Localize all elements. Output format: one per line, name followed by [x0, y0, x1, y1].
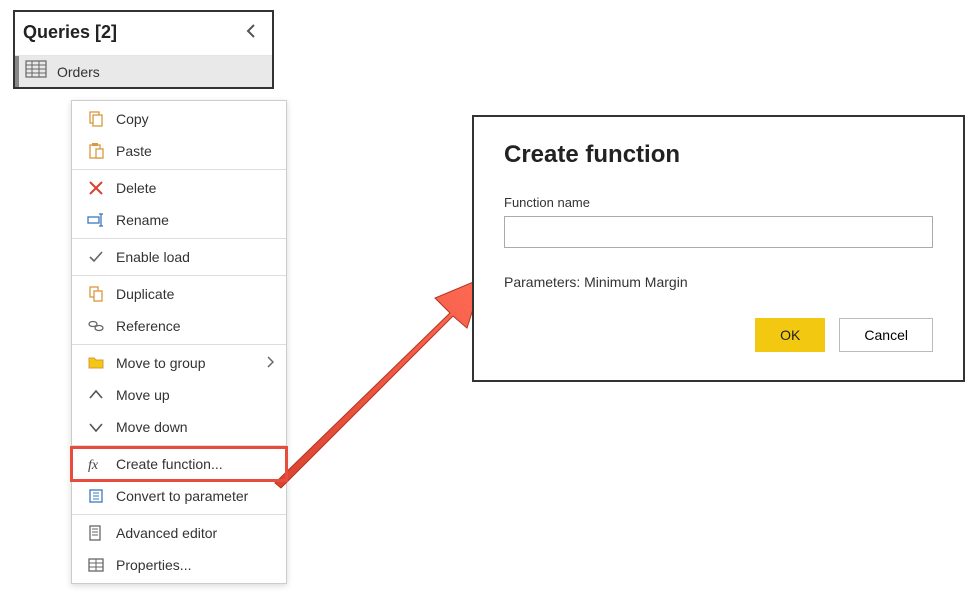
menu-label: Move to group: [116, 355, 256, 371]
menu-label: Rename: [116, 212, 274, 228]
collapse-panel-icon[interactable]: [242, 20, 262, 45]
parameter-icon: [86, 486, 106, 506]
move-down-icon: [86, 417, 106, 437]
menu-move-to-group[interactable]: Move to group: [72, 347, 286, 379]
menu-label: Reference: [116, 318, 274, 334]
menu-label: Create function...: [116, 456, 274, 472]
function-name-label: Function name: [504, 195, 933, 210]
delete-icon: [86, 178, 106, 198]
menu-separator: [72, 514, 286, 515]
check-icon: [86, 247, 106, 267]
queries-header: Queries [2]: [15, 12, 272, 56]
query-item-label: Orders: [57, 64, 100, 80]
create-function-dialog: Create function Function name Parameters…: [472, 115, 965, 382]
menu-separator: [72, 344, 286, 345]
menu-paste[interactable]: Paste: [72, 135, 286, 167]
function-name-input[interactable]: [504, 216, 933, 248]
menu-label: Copy: [116, 111, 274, 127]
menu-separator: [72, 275, 286, 276]
duplicate-icon: [86, 284, 106, 304]
menu-label: Enable load: [116, 249, 274, 265]
menu-move-up[interactable]: Move up: [72, 379, 286, 411]
menu-move-down[interactable]: Move down: [72, 411, 286, 443]
reference-icon: [86, 316, 106, 336]
copy-icon: [86, 109, 106, 129]
menu-convert-to-parameter[interactable]: Convert to parameter: [72, 480, 286, 512]
menu-label: Duplicate: [116, 286, 274, 302]
svg-text:fx: fx: [88, 458, 99, 473]
menu-duplicate[interactable]: Duplicate: [72, 278, 286, 310]
menu-label: Advanced editor: [116, 525, 274, 541]
dialog-title: Create function: [504, 141, 933, 169]
menu-separator: [72, 169, 286, 170]
menu-enable-load[interactable]: Enable load: [72, 241, 286, 273]
properties-icon: [86, 555, 106, 575]
menu-properties[interactable]: Properties...: [72, 549, 286, 581]
annotation-arrow: [255, 268, 495, 503]
menu-separator: [72, 445, 286, 446]
query-item-orders[interactable]: Orders: [15, 56, 272, 87]
ok-button[interactable]: OK: [755, 318, 825, 352]
paste-icon: [86, 141, 106, 161]
menu-separator: [72, 238, 286, 239]
menu-label: Move down: [116, 419, 274, 435]
move-up-icon: [86, 385, 106, 405]
queries-panel: Queries [2] Orders Copy: [13, 10, 274, 89]
dialog-buttons: OK Cancel: [504, 318, 933, 352]
menu-rename[interactable]: Rename: [72, 204, 286, 236]
chevron-right-icon: [266, 356, 274, 371]
menu-label: Paste: [116, 143, 274, 159]
queries-title: Queries [2]: [23, 22, 117, 43]
menu-label: Properties...: [116, 557, 274, 573]
folder-icon: [86, 353, 106, 373]
menu-label: Delete: [116, 180, 274, 196]
menu-copy[interactable]: Copy: [72, 103, 286, 135]
menu-reference[interactable]: Reference: [72, 310, 286, 342]
menu-delete[interactable]: Delete: [72, 172, 286, 204]
parameters-text: Parameters: Minimum Margin: [504, 274, 933, 290]
function-icon: fx: [86, 454, 106, 474]
table-icon: [25, 60, 47, 83]
advanced-editor-icon: [86, 523, 106, 543]
cancel-button[interactable]: Cancel: [839, 318, 933, 352]
menu-create-function[interactable]: fx Create function...: [72, 448, 286, 480]
menu-label: Move up: [116, 387, 274, 403]
menu-advanced-editor[interactable]: Advanced editor: [72, 517, 286, 549]
menu-label: Convert to parameter: [116, 488, 274, 504]
context-menu: Copy Paste Delete Rename Enable lo: [71, 100, 287, 584]
rename-icon: [86, 210, 106, 230]
